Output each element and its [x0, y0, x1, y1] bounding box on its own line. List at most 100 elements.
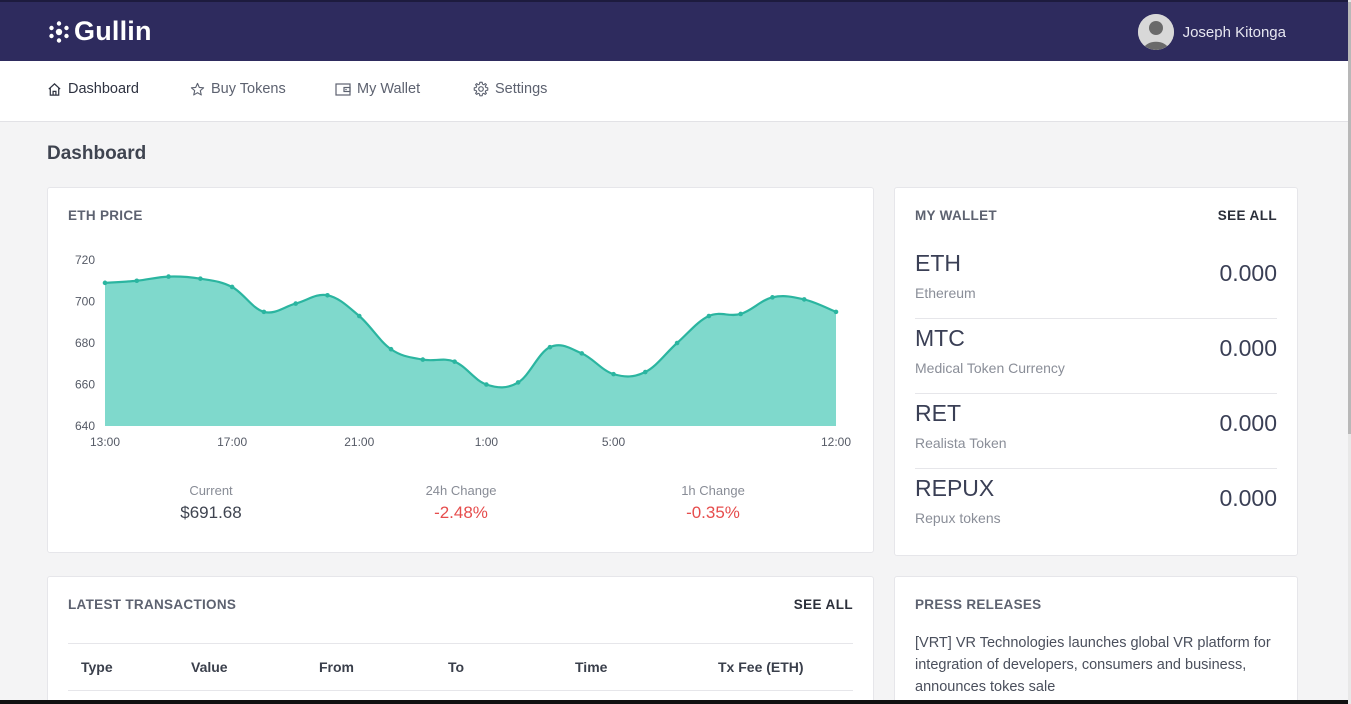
divider: [68, 643, 853, 644]
chart-point[interactable]: [229, 284, 235, 290]
chart-point[interactable]: [643, 369, 648, 375]
card-title: PRESS RELEASES: [915, 597, 1042, 612]
my-wallet-card: MY WALLET SEE ALL ETH Ethereum 0.000 MTC…: [894, 187, 1298, 556]
x-tick-label: 5:00: [602, 435, 626, 449]
stat-value: -0.35%: [686, 503, 740, 522]
wallet-balance: 0.000: [1219, 335, 1277, 361]
chart-point[interactable]: [356, 313, 362, 319]
nav-item-label: My Wallet: [357, 81, 421, 97]
chart-point[interactable]: [166, 274, 171, 279]
stat-value: $691.68: [180, 503, 242, 522]
wallet-symbol: RET: [915, 400, 961, 426]
y-tick-label: 640: [75, 419, 95, 433]
x-tick-label: 13:00: [90, 435, 120, 449]
main-nav: Dashboard Buy Tokens My Wallet Settings: [0, 61, 1348, 122]
chart-area-fill: [105, 276, 836, 426]
chart-point[interactable]: [579, 351, 585, 356]
chart-point[interactable]: [325, 292, 330, 298]
chart-point[interactable]: [420, 357, 426, 362]
transactions-see-all-link[interactable]: SEE ALL: [794, 597, 853, 612]
eth-price-card: ETH PRICE 640 660 680 700 720 13:00 17:00 21:00…: [47, 187, 874, 553]
chart-point[interactable]: [198, 276, 203, 281]
wallet-token-name: Repux tokens: [915, 510, 1001, 526]
nav-item-settings[interactable]: Settings: [473, 81, 547, 97]
gear-icon: [473, 81, 489, 97]
nav-item-dashboard[interactable]: Dashboard: [47, 81, 139, 97]
avatar: [1137, 14, 1174, 50]
wallet-balance: 0.000: [1219, 410, 1277, 436]
wallet-token-name: Realista Token: [915, 435, 1007, 451]
user-name: Joseph Kitonga: [1182, 23, 1286, 41]
chart-point[interactable]: [738, 311, 743, 317]
wallet-symbol: ETH: [915, 250, 961, 276]
press-release-item[interactable]: [VRT] VR Technologies launches global VR…: [915, 632, 1275, 698]
stat-value: -2.48%: [434, 503, 488, 522]
user-avatar-icon: [1137, 14, 1174, 50]
window-bottom-edge: [0, 700, 1348, 704]
wallet-see-all-link[interactable]: SEE ALL: [1218, 208, 1277, 223]
column-header-value[interactable]: Value: [191, 659, 228, 675]
x-tick-label: 12:00: [821, 435, 851, 449]
wallet-row-repux[interactable]: REPUX Repux tokens 0.000: [915, 469, 1277, 544]
nav-item-label: Settings: [495, 81, 548, 97]
star-icon: [190, 82, 205, 95]
column-header-tx-fee[interactable]: Tx Fee (ETH): [718, 659, 804, 675]
stat-label: 1h Change: [681, 483, 745, 498]
x-tick-label: 17:00: [217, 435, 247, 449]
wallet-symbol: REPUX: [915, 475, 995, 501]
wallet-row-eth[interactable]: ETH Ethereum 0.000: [915, 244, 1277, 319]
home-icon: [48, 82, 61, 96]
chart-point[interactable]: [611, 371, 616, 377]
column-header-type[interactable]: Type: [81, 659, 113, 675]
y-tick-label: 720: [75, 253, 95, 267]
wallet-row-ret[interactable]: RET Realista Token 0.000: [915, 394, 1277, 469]
chart-point[interactable]: [801, 297, 807, 302]
stat-label: Current: [189, 483, 233, 498]
chart-point[interactable]: [452, 359, 457, 364]
chart-point[interactable]: [770, 295, 775, 300]
y-tick-label: 680: [75, 336, 95, 350]
logo-icon: [49, 20, 69, 43]
y-tick-label: 660: [75, 378, 95, 392]
x-tick-label: 21:00: [344, 435, 374, 449]
stat-label: 24h Change: [425, 483, 497, 498]
wallet-symbol: MTC: [915, 325, 965, 351]
user-menu[interactable]: Joseph Kitonga: [1137, 14, 1286, 50]
wallet-token-name: Medical Token Currency: [915, 360, 1065, 376]
nav-item-label: Buy Tokens: [211, 81, 286, 97]
nav-item-label: Dashboard: [68, 81, 139, 97]
page-title: Dashboard: [47, 143, 147, 164]
chart-point[interactable]: [833, 309, 839, 315]
chart-point[interactable]: [706, 313, 712, 319]
chart-point[interactable]: [674, 340, 680, 346]
divider: [68, 690, 853, 691]
chart-point[interactable]: [134, 278, 140, 284]
card-title: MY WALLET: [915, 208, 997, 223]
chart-point[interactable]: [261, 309, 267, 315]
wallet-icon: [335, 82, 351, 96]
brand-logo[interactable]: Gullin: [47, 16, 152, 47]
top-bar: Gullin Joseph Kitonga: [0, 0, 1348, 61]
y-tick-label: 700: [75, 295, 95, 309]
column-header-to[interactable]: To: [448, 659, 464, 675]
wallet-token-name: Ethereum: [915, 285, 976, 301]
wallet-balance: 0.000: [1219, 260, 1277, 286]
x-tick-label: 1:00: [475, 435, 499, 449]
chart-point[interactable]: [515, 380, 521, 385]
nav-item-my-wallet[interactable]: My Wallet: [335, 81, 420, 97]
chart-point[interactable]: [484, 382, 489, 387]
chart-point[interactable]: [293, 301, 298, 306]
card-title: LATEST TRANSACTIONS: [68, 597, 237, 612]
stat-1h-change: 1h Change -0.35%: [613, 483, 813, 523]
wallet-balance: 0.000: [1219, 485, 1277, 511]
chart-point[interactable]: [388, 346, 394, 352]
column-header-from[interactable]: From: [319, 659, 354, 675]
press-releases-card: PRESS RELEASES [VRT] VR Technologies lau…: [894, 576, 1298, 704]
latest-transactions-card: LATEST TRANSACTIONS SEE ALL Type Value F…: [47, 576, 874, 704]
nav-item-buy-tokens[interactable]: Buy Tokens: [190, 81, 286, 97]
column-header-time[interactable]: Time: [575, 659, 607, 675]
chart-point[interactable]: [102, 280, 108, 286]
chart-point[interactable]: [547, 344, 553, 350]
brand-name: Gullin: [74, 16, 152, 46]
wallet-row-mtc[interactable]: MTC Medical Token Currency 0.000: [915, 319, 1277, 394]
